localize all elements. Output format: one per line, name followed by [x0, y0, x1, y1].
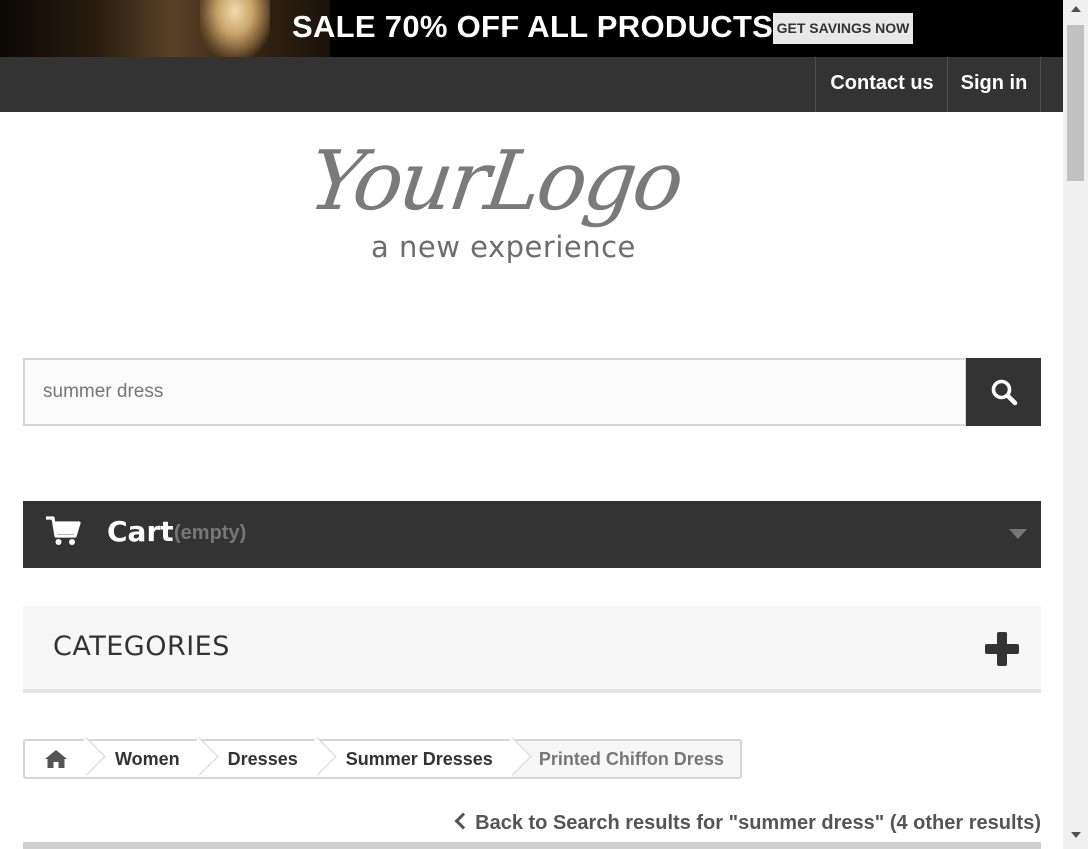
back-to-search-link[interactable]: Back to Search results for "summer dress… [454, 812, 1041, 835]
categories-title: CATEGORIES [53, 631, 230, 662]
back-to-search-text: Back to Search results for "summer dress… [475, 812, 1041, 834]
cart-label: Cart [107, 515, 174, 548]
promo-model-image [200, 0, 270, 57]
promo-banner[interactable]: SALE 70% OFF ALL PRODUCTS GET SAVINGS NO… [0, 0, 1063, 57]
scrollbar-thumb[interactable] [1067, 25, 1084, 181]
top-nav: Contact us Sign in [0, 57, 1063, 112]
contact-us-link[interactable]: Contact us [815, 57, 948, 112]
cart-icon [46, 516, 81, 545]
home-icon [45, 750, 67, 768]
scroll-up-arrow-icon[interactable] [1071, 6, 1081, 12]
plus-icon[interactable] [985, 632, 1019, 666]
content-divider [23, 842, 1041, 849]
cart-block[interactable]: Cart (empty) [23, 501, 1041, 568]
get-savings-button[interactable]: GET SAVINGS NOW [773, 13, 913, 44]
cart-status: (empty) [174, 522, 247, 544]
search-button[interactable] [966, 358, 1041, 426]
promo-image [0, 0, 330, 57]
search-icon [991, 379, 1017, 406]
logo-tagline: a new experience [371, 230, 636, 264]
chevron-down-icon[interactable] [1009, 529, 1027, 539]
logo-wordmark: YourLogo [303, 134, 687, 229]
breadcrumb-current: Printed Chiffon Dress [512, 741, 740, 777]
categories-block[interactable]: CATEGORIES [23, 606, 1041, 693]
breadcrumb: Women Dresses Summer Dresses Printed Chi… [23, 739, 742, 779]
site-logo[interactable]: YourLogo a new experience [300, 134, 740, 280]
search-input[interactable] [23, 358, 967, 426]
page: SALE 70% OFF ALL PRODUCTS GET SAVINGS NO… [0, 0, 1063, 849]
breadcrumb-item-summer-dresses[interactable]: Summer Dresses [318, 741, 513, 777]
chevron-left-icon [454, 812, 472, 830]
sign-in-link[interactable]: Sign in [947, 57, 1041, 112]
scrollbar[interactable] [1063, 0, 1088, 849]
promo-text: SALE 70% OFF ALL PRODUCTS [292, 9, 774, 44]
scroll-down-arrow-icon[interactable] [1071, 832, 1081, 838]
